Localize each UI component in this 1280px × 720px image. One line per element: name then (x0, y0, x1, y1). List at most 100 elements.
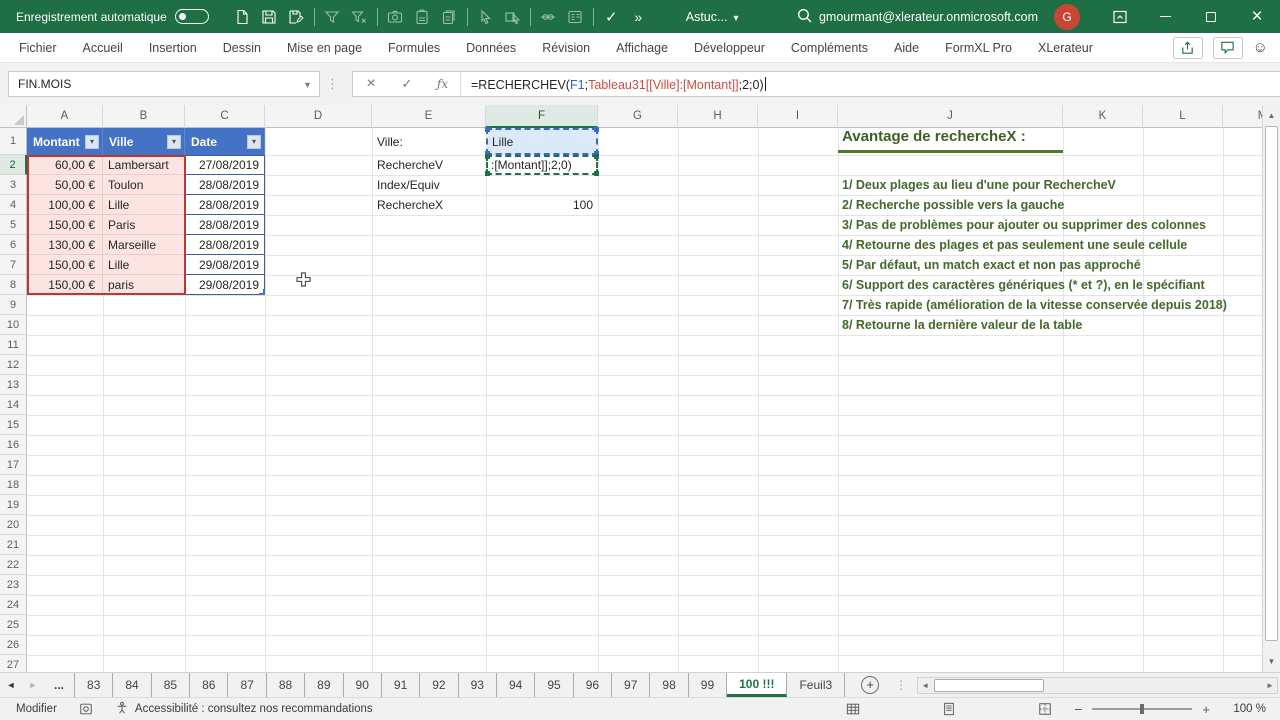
cell-ville[interactable]: Lambersart (103, 155, 185, 175)
camera-icon[interactable] (382, 4, 409, 30)
scroll-up-icon[interactable] (1263, 107, 1280, 124)
column-header[interactable]: K (1063, 105, 1143, 128)
table-row[interactable]: 130,00 € Marseille 28/08/2019 (27, 235, 265, 255)
row-header[interactable]: 21 (0, 535, 27, 555)
confirm-entry-icon[interactable] (389, 72, 425, 96)
ribbon-tab[interactable]: Affichage (603, 33, 681, 62)
row-header[interactable]: 3 (0, 175, 27, 195)
ribbon-tab[interactable]: FormXL Pro (932, 33, 1025, 62)
horizontal-scroll-thumb[interactable] (934, 678, 1045, 692)
sheet-tab[interactable]: 92 (420, 673, 459, 697)
sheet-tab[interactable]: 83 (75, 673, 114, 697)
cell-montant[interactable]: 150,00 € (27, 215, 103, 235)
row-header[interactable]: 4 (0, 195, 27, 215)
tabbar-splitter[interactable] (895, 678, 907, 692)
cell-montant[interactable]: 150,00 € (27, 255, 103, 275)
row-header[interactable]: 15 (0, 415, 27, 435)
cell-ville[interactable]: Marseille (103, 235, 185, 255)
ribbon-tab[interactable]: Fichier (6, 33, 70, 62)
clear-filter-icon[interactable] (346, 4, 373, 30)
column-header[interactable]: D (265, 105, 372, 128)
sheet-tab[interactable]: 84 (113, 673, 152, 697)
filter-dropdown-icon[interactable] (167, 134, 181, 149)
sheet-nav-prev-icon[interactable] (0, 673, 22, 697)
paste-special-icon[interactable] (436, 4, 463, 30)
column-header[interactable]: G (598, 105, 678, 128)
cell-date[interactable]: 28/08/2019 (185, 215, 265, 235)
formula-bar-splitter[interactable] (326, 76, 339, 92)
advantages-list-item[interactable]: 4/ Retourne des plages et pas seulement … (838, 235, 1227, 255)
name-box[interactable]: FIN.MOIS (8, 71, 320, 97)
sheet-area[interactable]: Montant Ville Date 60,00 € Lambe (27, 127, 1280, 672)
ribbon-tab[interactable]: Développeur (681, 33, 778, 62)
sheet-tab[interactable]: 95 (535, 673, 574, 697)
column-header[interactable]: C (185, 105, 265, 128)
column-header[interactable]: F (486, 105, 598, 128)
add-sheet-icon[interactable] (861, 676, 880, 694)
row-header[interactable]: 22 (0, 555, 27, 575)
name-box-dropdown-icon[interactable] (305, 77, 319, 91)
sheet-tab[interactable]: 90 (344, 673, 382, 697)
sheet-tab-ellipsis[interactable]: ... (44, 673, 76, 697)
lookup-label-cell[interactable]: RechercheV (372, 155, 486, 175)
sheet-tab[interactable]: 89 (305, 673, 344, 697)
ribbon-tab[interactable]: Révision (529, 33, 603, 62)
new-file-icon[interactable] (229, 4, 256, 30)
share-icon[interactable] (1172, 36, 1203, 59)
ribbon-tab[interactable]: Insertion (136, 33, 210, 62)
advantages-title[interactable]: Avantage de rechercheX : (838, 128, 1063, 153)
ribbon-tab[interactable]: Données (453, 33, 529, 62)
row-header[interactable]: 19 (0, 495, 27, 515)
table-row[interactable]: 50,00 € Toulon 28/08/2019 (27, 175, 265, 195)
sheet-tab[interactable]: 99 (689, 673, 728, 697)
ribbon-display-options-icon[interactable] (1098, 0, 1142, 33)
maximize-button[interactable] (1188, 0, 1234, 33)
comments-icon[interactable] (1212, 36, 1243, 59)
sheet-tab-active[interactable]: 100 !!! (727, 673, 788, 697)
lookup-label-cell[interactable]: RechercheX (372, 195, 486, 215)
advantages-list-item[interactable]: 1/ Deux plages au lieu d'une pour Recher… (838, 175, 1227, 195)
row-header[interactable]: 1 (0, 128, 27, 155)
cell-ville[interactable]: paris (103, 275, 185, 295)
cell-date[interactable]: 28/08/2019 (185, 195, 265, 215)
close-button[interactable] (1234, 0, 1280, 33)
paste-values-icon[interactable] (409, 4, 436, 30)
sheet-tab[interactable]: 91 (382, 673, 421, 697)
cell-ville[interactable]: Lille (103, 195, 185, 215)
save-as-icon[interactable] (283, 4, 310, 30)
cell-date[interactable]: 29/08/2019 (185, 255, 265, 275)
cell-montant[interactable]: 60,00 € (27, 155, 103, 175)
zoom-slider-handle[interactable] (1140, 704, 1145, 714)
form-icon[interactable] (562, 4, 589, 30)
cell-montant[interactable]: 150,00 € (27, 275, 103, 295)
ribbon-tab[interactable]: XLerateur (1025, 33, 1106, 62)
formula-input[interactable]: =RECHERCHEV(F1;Tableau31[[Ville]:[Montan… (461, 76, 766, 92)
column-header[interactable]: E (372, 105, 486, 128)
row-header[interactable]: 6 (0, 235, 27, 255)
confirm-icon[interactable] (598, 4, 625, 30)
row-header[interactable]: 27 (0, 655, 27, 672)
row-header[interactable]: 12 (0, 355, 27, 375)
column-header[interactable]: J (838, 105, 1063, 128)
table-row[interactable]: 150,00 € paris 29/08/2019 (27, 275, 265, 295)
column-header[interactable]: A (27, 105, 103, 128)
lookup-label-cell[interactable]: Ville: (372, 128, 486, 155)
cell-date[interactable]: 28/08/2019 (185, 175, 265, 195)
insert-function-icon[interactable] (425, 72, 461, 96)
cell-montant[interactable]: 100,00 € (27, 195, 103, 215)
cell-montant[interactable]: 130,00 € (27, 235, 103, 255)
zoom-level-label[interactable]: 100 % (1226, 703, 1266, 715)
advantages-list-item[interactable]: 2/ Recherche possible vers la gauche (838, 195, 1227, 215)
table-row[interactable]: 150,00 € Paris 28/08/2019 (27, 215, 265, 235)
row-header[interactable]: 13 (0, 375, 27, 395)
cancel-entry-icon[interactable] (353, 72, 389, 96)
page-layout-view-icon[interactable] (942, 702, 956, 716)
table-row[interactable]: 100,00 € Lille 28/08/2019 (27, 195, 265, 215)
cell-ville[interactable]: Lille (103, 255, 185, 275)
cell-ville[interactable]: Paris (103, 215, 185, 235)
page-break-view-icon[interactable] (1038, 702, 1052, 716)
row-header[interactable]: 14 (0, 395, 27, 415)
strikethrough-icon[interactable] (535, 4, 562, 30)
cell-montant[interactable]: 50,00 € (27, 175, 103, 195)
ribbon-tab[interactable]: Aide (881, 33, 932, 62)
